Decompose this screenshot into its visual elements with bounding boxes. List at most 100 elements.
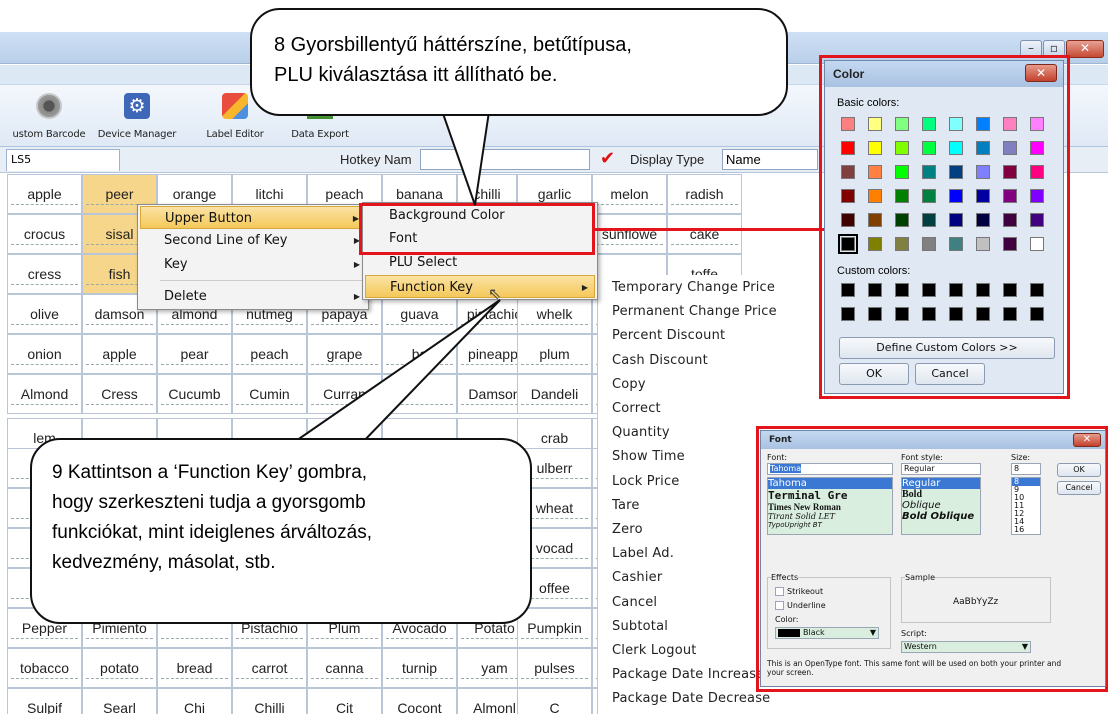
- basic-color-swatch[interactable]: [841, 165, 855, 179]
- basic-color-swatch[interactable]: [922, 237, 936, 251]
- size-list-item[interactable]: 16: [1012, 526, 1040, 534]
- custom-color-swatch[interactable]: [841, 283, 855, 297]
- basic-color-swatch[interactable]: [922, 141, 936, 155]
- font-list-item[interactable]: Tahoma: [768, 478, 892, 489]
- script-select[interactable]: Western ▼: [901, 641, 1031, 653]
- font-dialog-title: Font: [761, 431, 1105, 449]
- basic-color-swatch[interactable]: [895, 141, 909, 155]
- basic-color-swatch[interactable]: [976, 213, 990, 227]
- basic-color-swatch[interactable]: [1003, 141, 1017, 155]
- basic-color-swatch[interactable]: [922, 165, 936, 179]
- custom-color-swatch[interactable]: [949, 283, 963, 297]
- font-list-item[interactable]: Tirant Solid LET: [768, 512, 892, 521]
- basic-color-swatch[interactable]: [868, 213, 882, 227]
- color-dialog-close-icon[interactable]: ✕: [1025, 64, 1057, 82]
- basic-color-swatch[interactable]: [895, 189, 909, 203]
- basic-color-swatch[interactable]: [1030, 237, 1044, 251]
- custom-color-swatch[interactable]: [895, 307, 909, 321]
- font-style-input[interactable]: Regular: [901, 463, 981, 475]
- custom-color-swatch[interactable]: [976, 283, 990, 297]
- custom-color-swatch[interactable]: [868, 283, 882, 297]
- basic-color-swatch[interactable]: [895, 237, 909, 251]
- style-list-item[interactable]: Regular: [902, 478, 980, 489]
- custom-color-swatch[interactable]: [1003, 283, 1017, 297]
- basic-color-swatch[interactable]: [922, 189, 936, 203]
- custom-color-swatch[interactable]: [1003, 307, 1017, 321]
- color-cancel-button[interactable]: Cancel: [915, 363, 985, 385]
- style-list-item[interactable]: Bold Oblique: [902, 511, 980, 522]
- basic-color-swatch[interactable]: [1030, 189, 1044, 203]
- basic-color-swatch[interactable]: [1003, 117, 1017, 131]
- basic-color-swatch[interactable]: [976, 165, 990, 179]
- basic-color-swatch[interactable]: [1030, 213, 1044, 227]
- basic-color-swatch[interactable]: [949, 213, 963, 227]
- basic-color-swatch[interactable]: [1003, 213, 1017, 227]
- basic-color-swatch[interactable]: [868, 165, 882, 179]
- style-list-item[interactable]: Oblique: [902, 500, 980, 511]
- font-style-list[interactable]: Regular Bold Oblique Bold Oblique: [901, 477, 981, 535]
- basic-color-swatch[interactable]: [838, 234, 858, 254]
- basic-color-swatch[interactable]: [949, 189, 963, 203]
- basic-color-swatch[interactable]: [976, 237, 990, 251]
- basic-color-swatch[interactable]: [949, 117, 963, 131]
- basic-color-swatch[interactable]: [1030, 141, 1044, 155]
- font-name-value: Tahoma: [770, 464, 802, 473]
- basic-color-swatch[interactable]: [976, 189, 990, 203]
- font-dialog: Font ✕ Font: Font style: Size: Tahoma Re…: [760, 430, 1106, 687]
- basic-color-swatch[interactable]: [868, 237, 882, 251]
- basic-color-swatch[interactable]: [868, 189, 882, 203]
- basic-color-swatch[interactable]: [922, 213, 936, 227]
- callout-top-tail: [438, 104, 492, 206]
- basic-color-swatch[interactable]: [976, 117, 990, 131]
- custom-color-swatch[interactable]: [1030, 307, 1044, 321]
- script-label: Script:: [901, 629, 927, 638]
- style-list-item[interactable]: Bold: [902, 489, 980, 500]
- chevron-down-icon: ▼: [869, 628, 876, 637]
- custom-color-swatch[interactable]: [949, 307, 963, 321]
- custom-color-swatch[interactable]: [976, 307, 990, 321]
- basic-color-swatch[interactable]: [841, 117, 855, 131]
- basic-color-swatch[interactable]: [868, 117, 882, 131]
- basic-color-swatch[interactable]: [1030, 165, 1044, 179]
- font-ok-button[interactable]: OK: [1057, 463, 1101, 477]
- font-list[interactable]: Tahoma Terminal Gre Times New Roman Tira…: [767, 477, 893, 535]
- callout-bottom-line1: 9 Kattintson a ‘Function Key’ gombra,: [52, 462, 368, 483]
- basic-color-swatch[interactable]: [949, 165, 963, 179]
- custom-color-swatch[interactable]: [868, 307, 882, 321]
- define-custom-colors-button[interactable]: Define Custom Colors >>: [839, 337, 1055, 359]
- basic-color-swatch[interactable]: [868, 141, 882, 155]
- font-color-select[interactable]: Black ▼: [775, 627, 879, 639]
- color-ok-button[interactable]: OK: [839, 363, 909, 385]
- basic-color-swatch[interactable]: [895, 213, 909, 227]
- basic-color-swatch[interactable]: [841, 213, 855, 227]
- font-list-item[interactable]: Terminal Gre: [768, 489, 892, 502]
- basic-color-swatch[interactable]: [895, 165, 909, 179]
- font-size-list[interactable]: 8 9 10 11 12 14 16: [1011, 477, 1041, 535]
- font-cancel-button[interactable]: Cancel: [1057, 481, 1101, 495]
- custom-color-swatch[interactable]: [895, 283, 909, 297]
- custom-color-swatch[interactable]: [922, 307, 936, 321]
- underline-checkbox[interactable]: [775, 601, 784, 610]
- basic-color-swatch[interactable]: [895, 117, 909, 131]
- basic-color-swatch[interactable]: [841, 141, 855, 155]
- font-dialog-close-icon[interactable]: ✕: [1073, 433, 1101, 447]
- basic-color-swatch[interactable]: [1003, 189, 1017, 203]
- font-list-item[interactable]: TypoUpright BT: [768, 521, 892, 529]
- basic-color-swatch[interactable]: [949, 237, 963, 251]
- basic-color-swatch[interactable]: [841, 189, 855, 203]
- custom-color-swatch[interactable]: [1030, 283, 1044, 297]
- callout-bottom-line3: funkciókat, mint ideiglenes árváltozás,: [52, 522, 372, 543]
- font-list-item[interactable]: Times New Roman: [768, 502, 892, 512]
- basic-color-swatch[interactable]: [1030, 117, 1044, 131]
- basic-color-swatch[interactable]: [949, 141, 963, 155]
- font-name-input[interactable]: Tahoma: [767, 463, 893, 475]
- custom-color-swatch[interactable]: [841, 307, 855, 321]
- basic-color-swatch[interactable]: [922, 117, 936, 131]
- basic-color-swatch[interactable]: [1003, 237, 1017, 251]
- strikeout-checkbox[interactable]: [775, 587, 784, 596]
- font-size-input[interactable]: 8: [1011, 463, 1041, 475]
- basic-color-swatch[interactable]: [1003, 165, 1017, 179]
- basic-color-swatch[interactable]: [976, 141, 990, 155]
- custom-color-swatch[interactable]: [922, 283, 936, 297]
- size-label: Size:: [1011, 453, 1031, 462]
